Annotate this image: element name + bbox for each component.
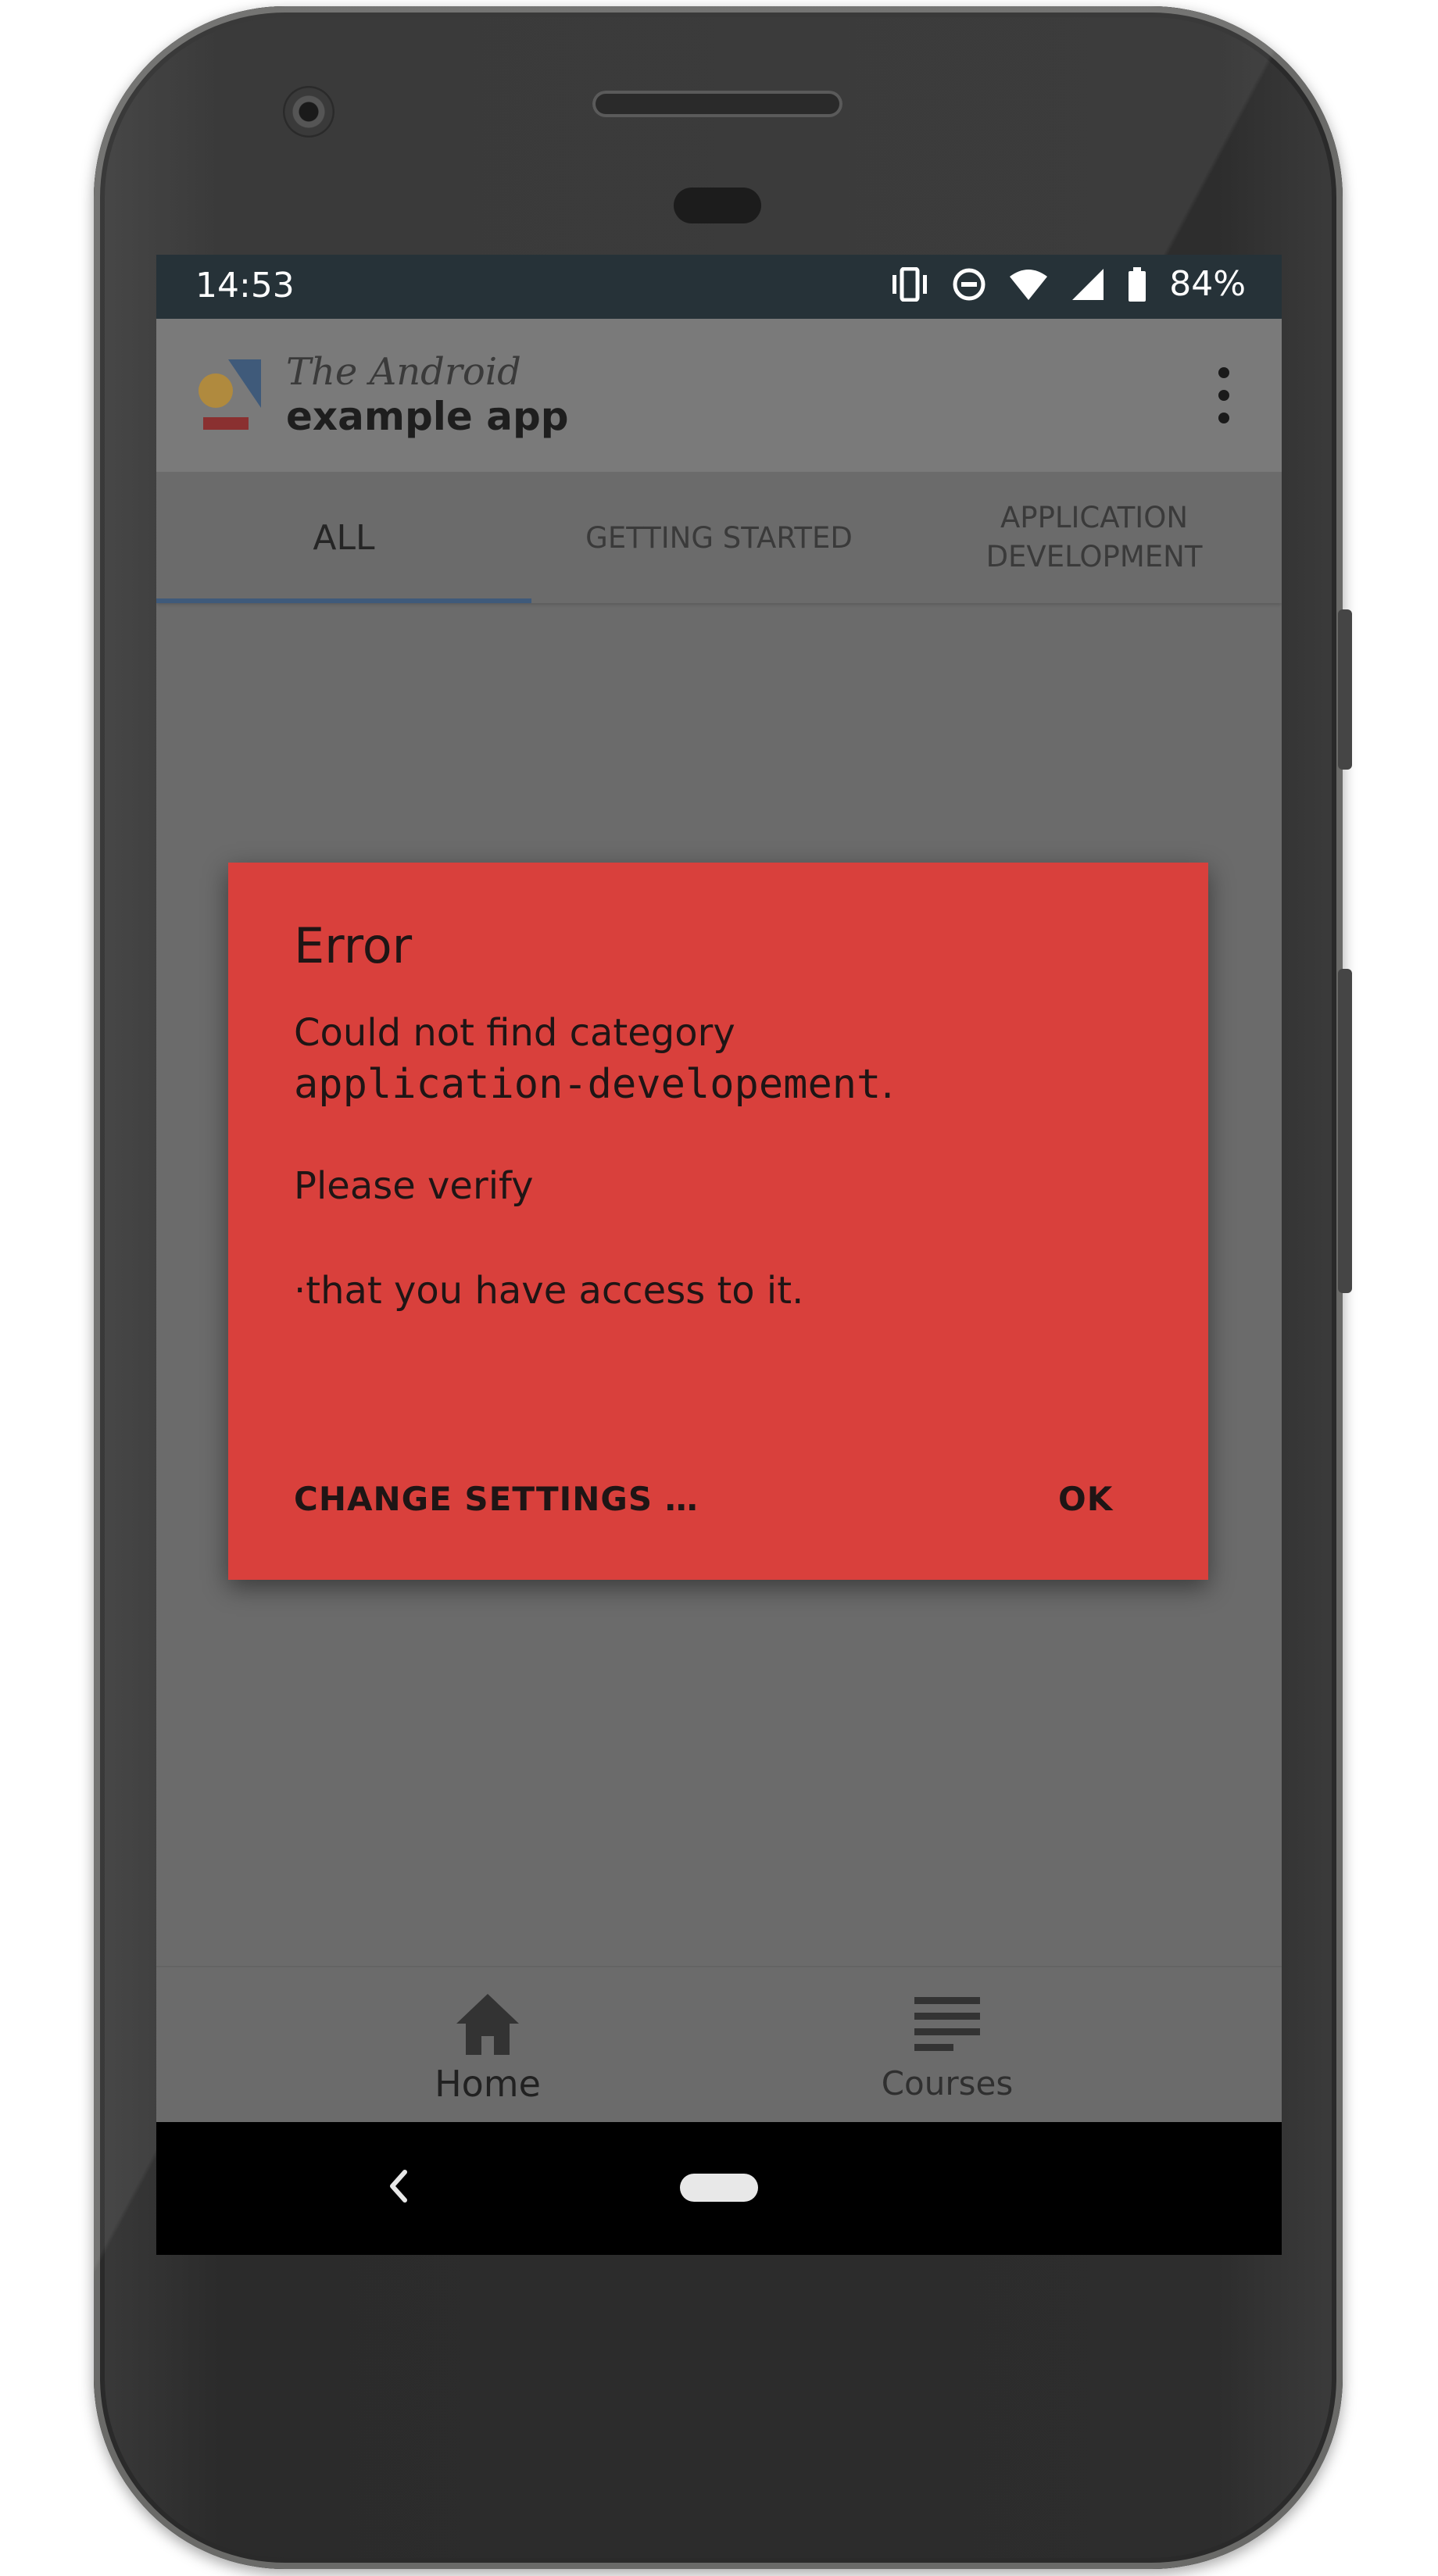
tab-selected-indicator bbox=[156, 598, 531, 603]
tab-label-line1: APPLICATION bbox=[1000, 501, 1189, 534]
app-logo-icon bbox=[199, 359, 261, 430]
app-title-line1: The Android bbox=[286, 350, 521, 394]
tab-label-line2: DEVELOPMENT bbox=[985, 540, 1203, 573]
status-bar: 14:53 84% bbox=[156, 255, 1282, 319]
system-navigation-bar bbox=[156, 2122, 1282, 2255]
volume-button bbox=[1338, 969, 1352, 1293]
tab-application-development[interactable]: APPLICATION DEVELOPMENT bbox=[907, 472, 1282, 603]
list-icon bbox=[914, 1997, 980, 2051]
dialog-message-line3: Please verify bbox=[294, 1164, 534, 1208]
error-dialog: Error Could not find category applicatio… bbox=[228, 863, 1208, 1580]
tab-label: ALL bbox=[313, 517, 375, 558]
battery-percent: 84% bbox=[1169, 264, 1246, 304]
earpiece-speaker bbox=[592, 91, 842, 117]
phone-screen: 14:53 84% The Android example app ALL GE… bbox=[156, 255, 1282, 2255]
tab-label: APPLICATION DEVELOPMENT bbox=[986, 498, 1203, 577]
bottom-navigation: Home Courses bbox=[156, 1966, 1282, 2124]
front-camera bbox=[283, 86, 334, 138]
dialog-message-line4: ·that you have access to it. bbox=[294, 1269, 804, 1313]
nav-item-home[interactable]: Home bbox=[331, 1967, 644, 2124]
tab-label: GETTING STARTED bbox=[585, 520, 853, 555]
power-button bbox=[1338, 609, 1352, 770]
dialog-message-line1: Could not find category bbox=[294, 1011, 735, 1055]
category-code: application-developement bbox=[294, 1061, 882, 1108]
signal-icon bbox=[1072, 268, 1104, 300]
tab-getting-started[interactable]: GETTING STARTED bbox=[531, 472, 907, 603]
nav-label-home: Home bbox=[435, 2063, 541, 2105]
overflow-menu-icon[interactable] bbox=[1208, 367, 1239, 423]
tab-all[interactable]: ALL bbox=[156, 472, 531, 603]
home-icon bbox=[456, 1994, 519, 2055]
app-bar: The Android example app bbox=[156, 319, 1282, 472]
proximity-sensor bbox=[674, 188, 761, 223]
battery-icon bbox=[1129, 266, 1146, 302]
vibrate-icon bbox=[892, 266, 928, 302]
change-settings-button[interactable]: CHANGE SETTINGS … bbox=[294, 1480, 699, 1518]
back-chevron-icon[interactable] bbox=[383, 2163, 414, 2210]
nav-label-courses: Courses bbox=[881, 2064, 1014, 2103]
status-time: 14:53 bbox=[195, 266, 295, 305]
status-icons: 84% bbox=[889, 264, 1246, 304]
tab-bar: ALL GETTING STARTED APPLICATION DEVELOPM… bbox=[156, 472, 1282, 603]
app-title-line2: example app bbox=[286, 394, 569, 439]
dialog-title: Error bbox=[294, 917, 413, 974]
home-pill-icon[interactable] bbox=[680, 2174, 758, 2202]
dnd-icon bbox=[953, 268, 985, 300]
wifi-icon bbox=[1010, 269, 1048, 300]
ok-button[interactable]: OK bbox=[1058, 1480, 1113, 1518]
nav-item-courses[interactable]: Courses bbox=[791, 1967, 1104, 2124]
code-suffix: . bbox=[881, 1061, 894, 1108]
dialog-message-code: application-developement. bbox=[294, 1061, 894, 1108]
